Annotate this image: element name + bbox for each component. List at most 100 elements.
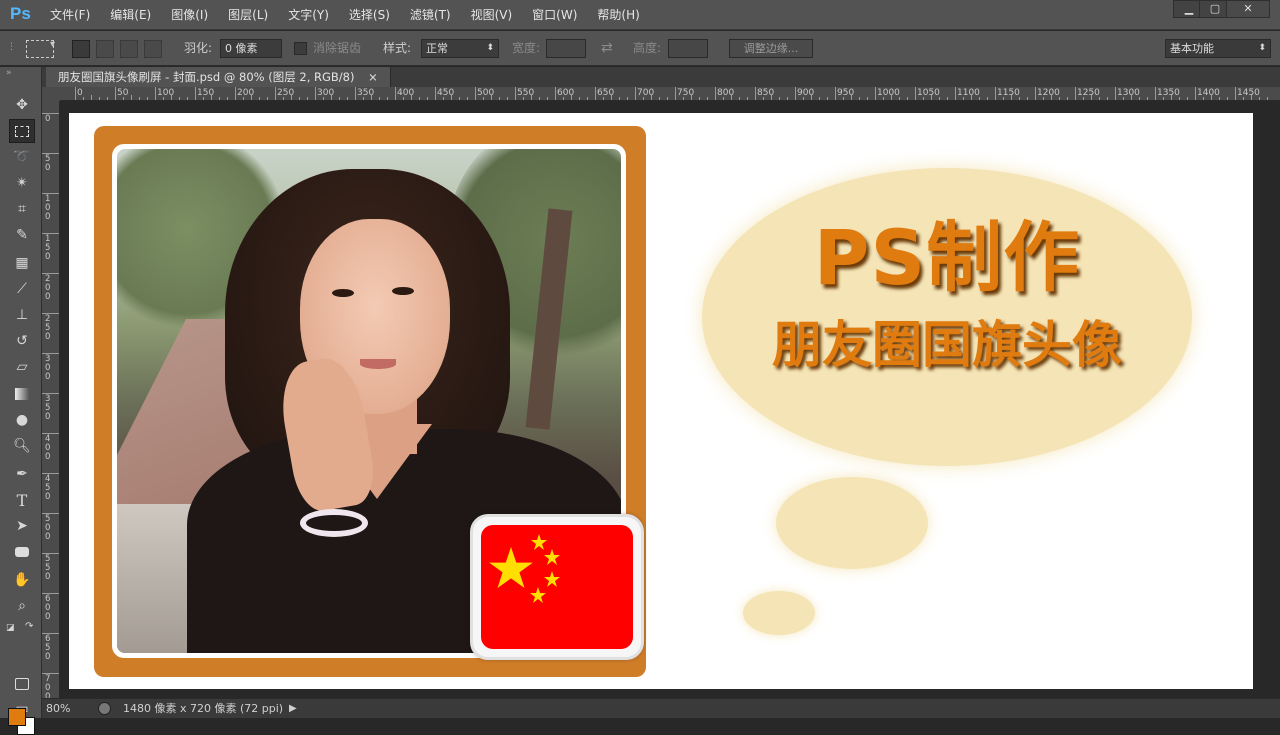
ruler-minor-tick bbox=[1083, 97, 1084, 100]
refine-edge-button[interactable]: 调整边缘... bbox=[729, 39, 813, 58]
ruler-minor-tick bbox=[419, 97, 420, 100]
ruler-major-tick bbox=[275, 87, 276, 100]
hand-tool-icon[interactable]: ✋ bbox=[9, 568, 35, 592]
history-brush-icon[interactable]: ↺ bbox=[9, 329, 35, 353]
ruler-h-label: 1200 bbox=[1037, 88, 1060, 98]
menu-view[interactable]: 视图(V) bbox=[461, 0, 523, 30]
ruler-h-label: 1400 bbox=[1197, 88, 1220, 98]
workspace-select[interactable]: 基本功能 ⬍ bbox=[1165, 39, 1271, 58]
menu-edit[interactable]: 编辑(E) bbox=[100, 0, 161, 30]
lasso-tool-icon[interactable]: ➰ bbox=[9, 145, 35, 169]
dodge-tool-icon[interactable]: 🔍︎ bbox=[9, 434, 35, 458]
ruler-major-tick bbox=[475, 87, 476, 100]
add-selection-icon[interactable] bbox=[96, 40, 114, 58]
eraser-icon[interactable]: ▱ bbox=[9, 355, 35, 379]
zoom-level[interactable]: 80% bbox=[46, 699, 70, 719]
clone-stamp-icon[interactable]: ⊥ bbox=[9, 303, 35, 327]
ruler-major-tick bbox=[1235, 87, 1236, 100]
document-tab-title: 朋友圈国旗头像刷屏 - 封面.psd @ 80% (图层 2, RGB/8) bbox=[58, 70, 355, 84]
ruler-minor-tick bbox=[563, 97, 564, 100]
style-select[interactable]: 正常 ⬍ bbox=[421, 39, 499, 58]
menu-layer[interactable]: 图层(L) bbox=[218, 0, 278, 30]
document-tab[interactable]: 朋友圈国旗头像刷屏 - 封面.psd @ 80% (图层 2, RGB/8) × bbox=[46, 67, 391, 87]
ruler-v-label: 5 5 0 bbox=[45, 554, 51, 582]
menu-select[interactable]: 选择(S) bbox=[339, 0, 400, 30]
ruler-minor-tick bbox=[259, 97, 260, 100]
ruler-minor-tick bbox=[699, 97, 700, 100]
ruler-minor-tick bbox=[643, 97, 644, 100]
preset-dropdown-icon[interactable]: ▾ bbox=[50, 39, 55, 50]
close-button[interactable]: ✕ bbox=[1226, 0, 1270, 18]
ruler-minor-tick bbox=[899, 97, 900, 100]
ruler-minor-tick bbox=[1267, 97, 1268, 100]
ruler-minor-tick bbox=[91, 95, 92, 100]
shape-tool-icon[interactable] bbox=[9, 540, 35, 564]
antialias-checkbox[interactable] bbox=[294, 42, 307, 55]
ruler-minor-tick bbox=[771, 95, 772, 100]
ruler-major-tick bbox=[195, 87, 196, 100]
ruler-h-label: 1450 bbox=[1237, 88, 1260, 98]
ruler-minor-tick bbox=[147, 97, 148, 100]
menu-type[interactable]: 文字(Y) bbox=[278, 0, 339, 30]
status-bar: 80% 1480 像素 x 720 像素 (72 ppi) ▶ bbox=[42, 698, 1280, 718]
ruler-major-tick bbox=[835, 87, 836, 100]
ruler-minor-tick bbox=[707, 97, 708, 100]
ruler-minor-tick bbox=[507, 97, 508, 100]
status-info-icon[interactable] bbox=[98, 702, 111, 715]
ruler-minor-tick bbox=[1091, 95, 1092, 100]
menu-help[interactable]: 帮助(H) bbox=[587, 0, 649, 30]
ruler-h-label: 0 bbox=[77, 88, 83, 98]
ruler-minor-tick bbox=[987, 97, 988, 100]
workspace-chevron-icon: ⬍ bbox=[1258, 43, 1266, 53]
ruler-v-label: 7 0 0 bbox=[45, 674, 51, 699]
menu-image[interactable]: 图像(I) bbox=[161, 0, 218, 30]
crop-tool-icon[interactable]: ⌗ bbox=[9, 197, 35, 221]
height-input[interactable] bbox=[668, 39, 708, 58]
new-selection-icon[interactable] bbox=[72, 40, 90, 58]
ruler-minor-tick bbox=[123, 97, 124, 100]
tab-close-icon[interactable]: × bbox=[368, 70, 378, 84]
ruler-h-label: 1100 bbox=[957, 88, 980, 98]
width-input[interactable] bbox=[546, 39, 586, 58]
blur-tool-icon[interactable]: ● bbox=[9, 408, 35, 432]
status-menu-arrow-icon[interactable]: ▶ bbox=[289, 699, 297, 719]
subtract-selection-icon[interactable] bbox=[120, 40, 138, 58]
ruler-minor-tick bbox=[187, 97, 188, 100]
ruler-minor-tick bbox=[539, 97, 540, 100]
healing-brush-icon[interactable]: ▦ bbox=[9, 251, 35, 275]
ruler-origin[interactable] bbox=[42, 87, 60, 101]
pen-tool-icon[interactable]: ✒ bbox=[9, 462, 35, 486]
path-selection-icon[interactable]: ➤ bbox=[9, 514, 35, 538]
ruler-minor-tick bbox=[731, 95, 732, 100]
quick-mask-icon[interactable] bbox=[9, 672, 35, 696]
ruler-minor-tick bbox=[523, 97, 524, 100]
document-canvas[interactable]: PS制作 朋友圈国旗头像 bbox=[69, 113, 1253, 689]
vertical-ruler[interactable]: 0 5 0 1 0 0 1 5 0 2 0 0 2 5 0 3 0 0 3 5 0 4 0 0 4… bbox=[42, 101, 60, 698]
menu-file[interactable]: 文件(F) bbox=[40, 0, 100, 30]
ruler-h-label: 1150 bbox=[997, 88, 1020, 98]
ruler-minor-tick bbox=[251, 95, 252, 100]
menu-window[interactable]: 窗口(W) bbox=[522, 0, 587, 30]
intersect-selection-icon[interactable] bbox=[144, 40, 162, 58]
collapse-panel-icon[interactable]: » bbox=[6, 68, 12, 78]
ruler-minor-tick bbox=[907, 97, 908, 100]
move-tool-icon[interactable]: ✥ bbox=[9, 93, 35, 117]
document-info: 1480 像素 x 720 像素 (72 ppi) bbox=[123, 702, 284, 715]
feather-input[interactable]: 0 像素 bbox=[220, 39, 282, 58]
menu-filter[interactable]: 滤镜(T) bbox=[400, 0, 461, 30]
swap-dimensions-icon[interactable]: ⇄ bbox=[601, 31, 613, 66]
brush-tool-icon[interactable]: ⟋ bbox=[9, 277, 35, 301]
horizontal-ruler[interactable]: 0 50 100 150 200 250 300 350 400 450 500 550 600 650 7… bbox=[60, 87, 1280, 101]
ruler-minor-tick bbox=[219, 97, 220, 100]
default-colors-icon[interactable]: ◪ bbox=[6, 623, 15, 633]
gradient-tool-icon[interactable] bbox=[9, 382, 35, 406]
swap-colors-icon[interactable]: ↷ bbox=[25, 621, 33, 632]
ruler-major-tick bbox=[1075, 87, 1076, 100]
magic-wand-icon[interactable]: ✴ bbox=[9, 171, 35, 195]
eyedropper-icon[interactable]: ✎ bbox=[9, 223, 35, 247]
ruler-major-tick bbox=[315, 87, 316, 100]
zoom-tool-icon[interactable]: ⌕ bbox=[9, 594, 35, 618]
foreground-color-swatch[interactable] bbox=[8, 708, 26, 726]
marquee-tool-icon[interactable] bbox=[9, 119, 35, 143]
type-tool-icon[interactable]: T bbox=[9, 488, 35, 512]
